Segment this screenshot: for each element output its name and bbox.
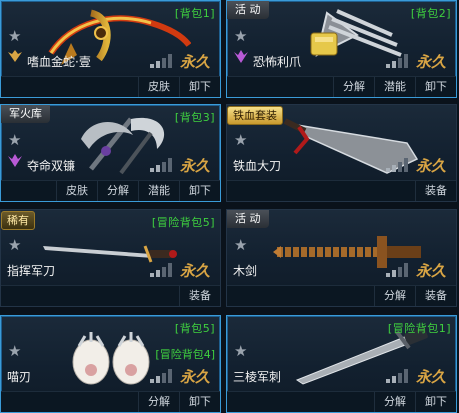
action-bar: 分解 卸下 (1, 391, 220, 412)
duration-permanent: 永久 (179, 157, 210, 175)
duration-permanent: 永久 (179, 368, 210, 386)
duration-permanent: 永久 (179, 53, 210, 71)
equip-button[interactable]: 装备 (415, 286, 456, 306)
weapon-card-iron-blood-broadsword[interactable]: 铁血套装 ★ 铁血大刀 永久 装备 (226, 104, 457, 202)
claw-emblem-icon (8, 154, 22, 167)
signal-bars-icon (386, 54, 408, 68)
unequip-button[interactable]: 卸下 (179, 392, 220, 412)
signal-bars-icon (150, 54, 172, 68)
pack-label: [冒险背包1] (387, 322, 451, 335)
skin-button[interactable]: 皮肤 (138, 77, 179, 97)
weapon-name: 三棱军刺 (233, 370, 282, 384)
unequip-button[interactable]: 卸下 (179, 181, 220, 201)
skin-button[interactable]: 皮肤 (56, 181, 97, 201)
duration-permanent: 永久 (179, 262, 210, 280)
signal-bars-icon (150, 263, 172, 277)
weapon-card-triangular-bayonet[interactable]: [冒险背包1] ★ 三棱军刺 永久 分解 卸下 (226, 315, 457, 413)
star-icon[interactable]: ★ (234, 238, 247, 253)
signal-bars-icon (386, 263, 408, 277)
action-bar: 分解 潜能 卸下 (227, 76, 456, 97)
disassemble-button[interactable]: 分解 (138, 392, 179, 412)
event-tag: 活 动 (227, 1, 269, 19)
disassemble-button[interactable]: 分解 (333, 77, 374, 97)
pack-label: [背包5] (174, 322, 215, 335)
weapon-card-cat-blade[interactable]: [背包5] [冒险背包4] ★ 喵刃 永久 分解 卸下 (0, 315, 221, 413)
duration-permanent: 永久 (415, 53, 446, 71)
weapon-name: 喵刃 (7, 370, 32, 384)
weapon-name: 铁血大刀 (233, 159, 282, 173)
weapon-inventory-grid: [背包1] ★ 嗜血金蛇·壹 永久 皮肤 卸下 活 动 [背包2] ★ 恐怖利爪… (0, 0, 459, 413)
weapon-card-blood-golden-snake[interactable]: [背包1] ★ 嗜血金蛇·壹 永久 皮肤 卸下 (0, 0, 221, 98)
signal-bars-icon (386, 369, 408, 383)
duration-permanent: 永久 (415, 262, 446, 280)
signal-bars-icon (150, 369, 172, 383)
disassemble-button[interactable]: 分解 (97, 181, 138, 201)
action-bar: 皮肤 分解 潜能 卸下 (1, 180, 220, 201)
weapon-card-wooden-sword[interactable]: 活 动 ★ 木剑 永久 分解 装备 (226, 209, 457, 307)
action-bar: 分解 卸下 (227, 391, 456, 412)
weapon-image-cat-paws (72, 332, 150, 385)
star-icon[interactable]: ★ (8, 29, 21, 44)
action-bar: 分解 装备 (227, 285, 456, 306)
rare-tag: 稀有 (1, 211, 35, 230)
disassemble-button[interactable]: 分解 (374, 286, 415, 306)
weapon-name: 恐怖利爪 (253, 55, 302, 69)
potential-button[interactable]: 潜能 (374, 77, 415, 97)
action-bar: 装备 (227, 180, 456, 201)
equip-button[interactable]: 装备 (179, 286, 220, 306)
action-bar: 皮肤 卸下 (1, 76, 220, 97)
weapon-name: 指挥军刀 (7, 264, 56, 278)
weapon-name: 夺命双镰 (27, 159, 76, 173)
event-tag: 活 动 (227, 210, 269, 228)
pack-label: [背包2] (410, 7, 451, 20)
set-tag: 铁血套装 (227, 106, 283, 125)
potential-button[interactable]: 潜能 (138, 181, 179, 201)
action-bar: 装备 (1, 285, 220, 306)
weapon-name: 嗜血金蛇·壹 (27, 55, 91, 69)
star-icon[interactable]: ★ (8, 133, 21, 148)
star-icon[interactable]: ★ (234, 29, 247, 44)
pack-label-secondary: [冒险背包4] (155, 348, 215, 361)
equip-button[interactable]: 装备 (415, 181, 456, 201)
weapon-card-deadly-double-sickle[interactable]: 军火库 [背包3] ★ 夺命双镰 永久 皮肤 分解 潜能 卸下 (0, 104, 221, 202)
unequip-button[interactable]: 卸下 (415, 77, 456, 97)
weapon-card-terror-claw[interactable]: 活 动 [背包2] ★ 恐怖利爪 永久 分解 潜能 卸下 (226, 0, 457, 98)
arsenal-tag: 军火库 (1, 105, 50, 123)
pack-label: [背包1] (174, 7, 215, 20)
signal-bars-icon (386, 158, 408, 172)
star-icon[interactable]: ★ (8, 238, 21, 253)
star-icon[interactable]: ★ (8, 344, 21, 359)
claw-emblem-icon (234, 50, 248, 63)
claw-emblem-icon (8, 50, 22, 62)
unequip-button[interactable]: 卸下 (415, 392, 456, 412)
duration-permanent: 永久 (415, 368, 446, 386)
pack-label: [冒险背包5] (151, 216, 215, 229)
disassemble-button[interactable]: 分解 (374, 392, 415, 412)
weapon-name: 木剑 (233, 264, 258, 278)
signal-bars-icon (150, 158, 172, 172)
duration-permanent: 永久 (415, 157, 446, 175)
pack-label: [背包3] (174, 111, 215, 124)
star-icon[interactable]: ★ (234, 344, 247, 359)
weapon-card-command-saber[interactable]: 稀有 [冒险背包5] ★ 指挥军刀 永久 装备 (0, 209, 221, 307)
unequip-button[interactable]: 卸下 (179, 77, 220, 97)
star-icon[interactable]: ★ (234, 133, 247, 148)
